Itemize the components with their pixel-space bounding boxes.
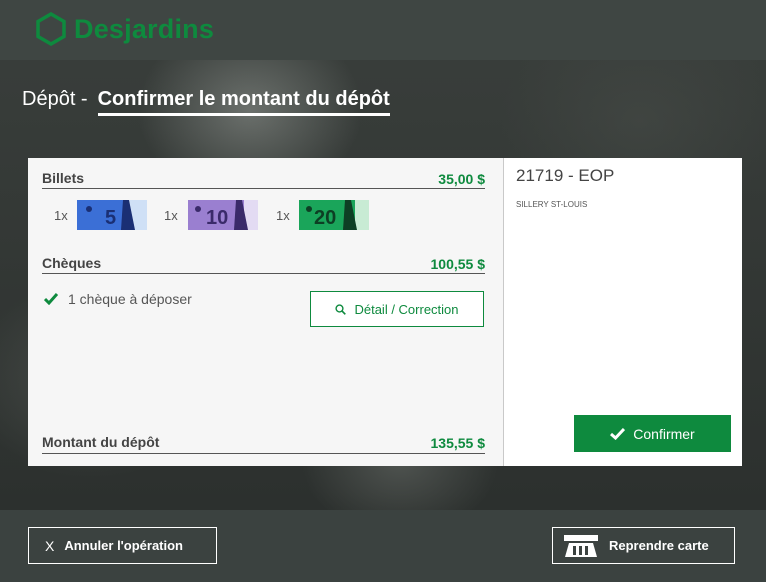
footer-bar: X Annuler l'opération Reprendre carte [0, 510, 766, 582]
checkmark-icon [44, 293, 58, 305]
detail-correction-label: Détail / Correction [354, 301, 459, 317]
account-id: 21719 - EOP [516, 166, 615, 185]
cheques-amount: 100,55 $ [430, 256, 486, 272]
return-card-label: Reprendre carte [609, 538, 709, 553]
cancel-operation-label: Annuler l'opération [64, 538, 183, 553]
page-title-main: Confirmer le montant du dépôt [97, 88, 390, 116]
page-title-prefix: Dépôt - [22, 88, 88, 110]
detail-correction-button[interactable]: Détail / Correction [310, 291, 484, 327]
bill-5-value: 5 [105, 207, 116, 229]
page-title: Dépôt - Confirmer le montant du dépôt [22, 88, 390, 116]
total-label: Montant du dépôt [42, 434, 160, 450]
bills-divider [42, 188, 485, 189]
total-divider [42, 453, 485, 454]
account-name: SILLERY ST-LOUIS [516, 200, 588, 209]
confirm-button[interactable]: Confirmer [574, 415, 731, 452]
checkmark-icon [610, 427, 626, 440]
bill-20-value: 20 [314, 207, 336, 229]
bill-qty-10: 1x [164, 208, 178, 223]
search-icon [335, 303, 347, 315]
cheque-status: 1 chèque à déposer [44, 291, 192, 307]
bill-10-value: 10 [206, 207, 228, 229]
bill-10-icon: 10 [188, 200, 258, 230]
return-card-button[interactable]: Reprendre carte [552, 527, 735, 564]
cheques-divider [42, 273, 485, 274]
account-panel: 21719 - EOP SILLERY ST-LOUIS Confirmer [504, 158, 742, 466]
bills-label: Billets [42, 170, 85, 186]
bill-qty-5: 1x [54, 208, 68, 223]
cheque-status-text: 1 chèque à déposer [68, 291, 192, 307]
cancel-operation-button[interactable]: X Annuler l'opération [28, 527, 217, 564]
brand-logo: Desjardins [36, 12, 214, 46]
card-eject-icon [564, 534, 598, 557]
bill-5-icon: 5 [77, 200, 147, 230]
hexagon-logo-icon [36, 12, 66, 46]
bills-amount: 35,00 $ [438, 171, 485, 187]
bill-20-icon: 20 [299, 200, 369, 230]
deposit-summary-panel: Billets 35,00 $ 1x 5 1x 10 1x 20 Chèques… [28, 158, 503, 466]
confirm-label: Confirmer [633, 425, 695, 442]
close-icon: X [45, 537, 55, 554]
bill-qty-20: 1x [276, 208, 290, 223]
cheques-label: Chèques [42, 255, 102, 271]
total-amount: 135,55 $ [430, 435, 486, 451]
brand-name: Desjardins [74, 13, 215, 44]
header-bar: Desjardins [0, 0, 766, 60]
